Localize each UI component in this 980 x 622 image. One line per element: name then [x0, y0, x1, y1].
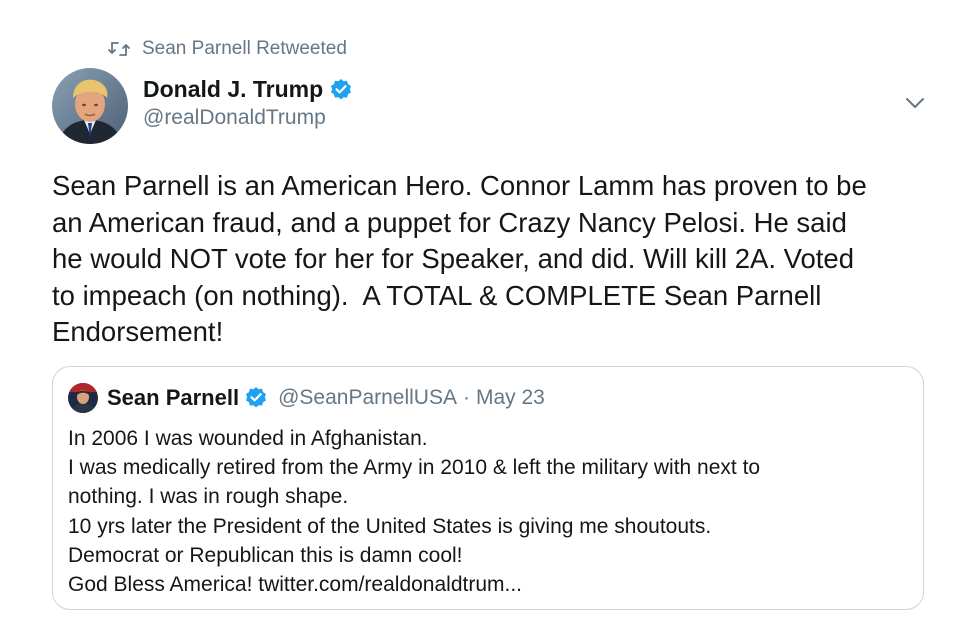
- tweet-text-line: an American fraud, and a puppet for Craz…: [52, 206, 847, 238]
- retweet-context: Sean Parnell Retweeted: [108, 38, 347, 60]
- verified-badge-icon: [246, 387, 267, 408]
- tweet-text-line: he would NOT vote for her for Speaker, a…: [52, 243, 854, 274]
- tweet-text-line: Endorsement!: [52, 316, 224, 347]
- quoted-tweet-text: In 2006 I was wounded in Afghanistan. I …: [68, 424, 908, 599]
- quoted-text-line: nothing. I was in rough shape.: [68, 485, 349, 509]
- separator-dot: ·: [463, 386, 470, 409]
- tweet-text-line: to impeach (on nothing). A TOTAL & COMPL…: [52, 279, 822, 311]
- author-handle[interactable]: @realDonaldTrump: [143, 106, 326, 130]
- retweet-label[interactable]: Sean Parnell Retweeted: [142, 38, 347, 60]
- quoted-text-line: Democrat or Republican this is damn cool…: [68, 543, 463, 567]
- quoted-author-handle[interactable]: @SeanParnellUSA: [278, 386, 457, 410]
- tweet-text: Sean Parnell is an American Hero. Connor…: [52, 168, 932, 351]
- quoted-author-avatar: [68, 383, 98, 413]
- quoted-text-line: I was medically retired from the Army in…: [68, 456, 761, 480]
- author-avatar[interactable]: [52, 68, 128, 144]
- tweet-menu-button[interactable]: [905, 97, 925, 109]
- quoted-text-line: In 2006 I was wounded in Afghanistan.: [68, 427, 428, 450]
- retweet-icon: [108, 42, 130, 56]
- quoted-tweet-date[interactable]: May 23: [476, 386, 545, 410]
- chevron-down-icon: [906, 98, 924, 108]
- quoted-tweet-header: Sean Parnell @SeanParnellUSA · May 23: [68, 383, 545, 413]
- quoted-text-line: 10 yrs later the President of the United…: [68, 514, 712, 538]
- verified-badge-icon: [331, 78, 352, 99]
- quoted-tweet[interactable]: Sean Parnell @SeanParnellUSA · May 23 In…: [52, 366, 924, 610]
- tweet-text-line: Sean Parnell is an American Hero. Connor…: [52, 170, 867, 201]
- author-name[interactable]: Donald J. Trump: [143, 76, 323, 103]
- quoted-text-line: God Bless America! twitter.com/realdonal…: [68, 573, 523, 597]
- tweet-card[interactable]: Sean Parnell Retweeted Donald J. Trump @…: [0, 0, 980, 622]
- quoted-author-name[interactable]: Sean Parnell: [107, 385, 239, 411]
- author-name-row[interactable]: Donald J. Trump: [143, 76, 353, 103]
